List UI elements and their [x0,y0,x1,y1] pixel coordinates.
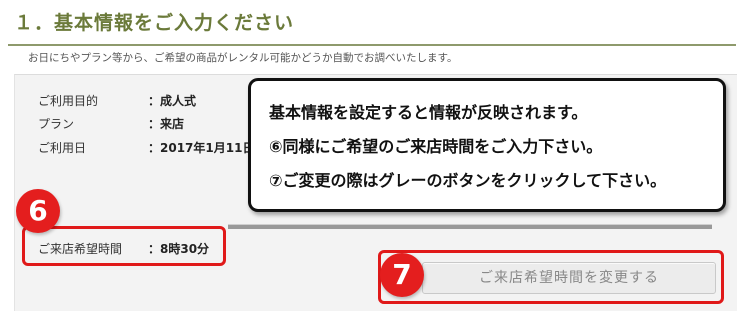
info-colon-plan: ： [148,117,161,131]
info-label-visit-time: ご来店希望時間 [38,242,123,256]
info-label-purpose: ご利用目的 [38,94,99,108]
section-title: １．基本情報をご入力ください [14,12,295,34]
info-colon-date: ： [148,141,161,155]
change-visit-time-button[interactable]: ご来店希望時間を変更する [422,262,716,294]
section-description: お日にちやプラン等から、ご希望の商品がレンタル可能かどうか自動でお調べいたします… [28,52,458,64]
step-7-badge: 7 [380,253,424,297]
info-label-date: ご利用日 [38,141,87,155]
info-colon-purpose: ： [148,94,161,108]
info-value-plan: 来店 [160,117,185,131]
info-colon-visit-time: ： [148,242,161,256]
instruction-callout: 基本情報を設定すると情報が反映されます。 ⑥同様にご希望のご来店時間をご入力下さ… [248,78,726,212]
info-value-date: 2017年1月11日 [160,141,255,155]
callout-line-1: 基本情報を設定すると情報が反映されます。 [269,103,588,122]
callout-line-3: ⑦ご変更の際はグレーのボタンをクリックして下さい。 [269,171,667,190]
section-title-underline [8,44,736,46]
info-value-purpose: 成人式 [160,94,197,108]
step-6-badge: 6 [16,189,60,233]
section-divider [228,224,712,229]
callout-line-2: ⑥同様にご希望のご来店時間をご入力下さい。 [269,137,603,156]
info-value-visit-time: 8時30分 [160,242,210,256]
info-label-plan: プラン [38,117,75,131]
